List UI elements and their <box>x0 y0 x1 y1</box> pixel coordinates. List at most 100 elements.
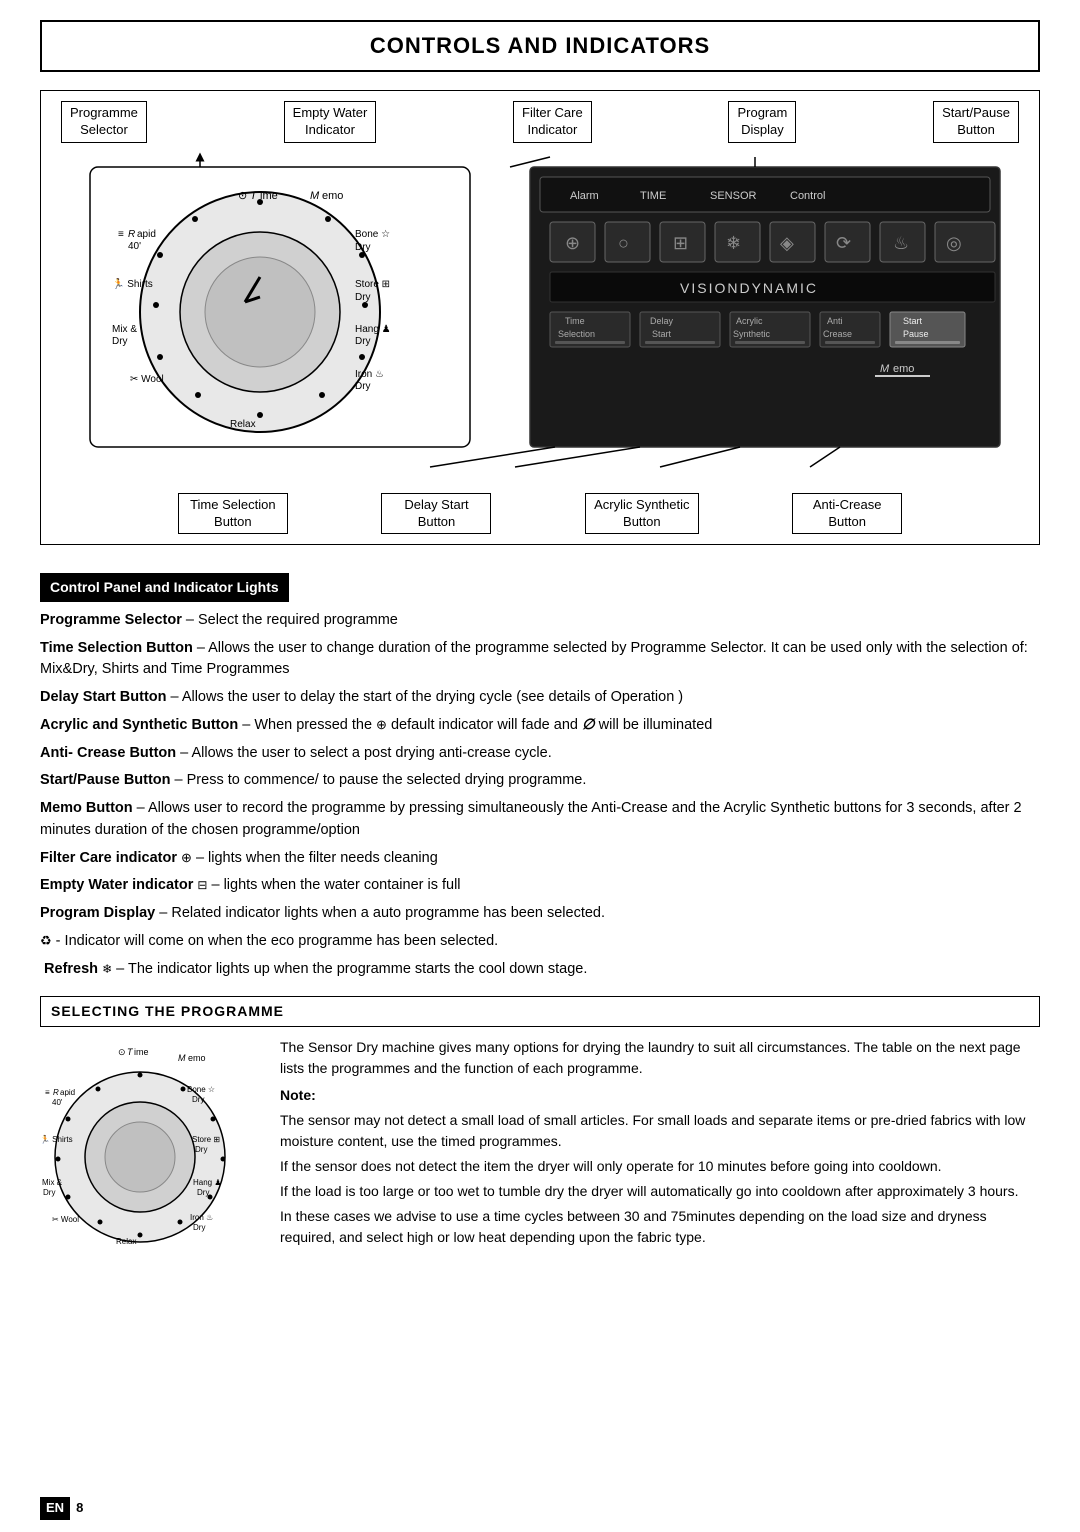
svg-text:40': 40' <box>52 1098 63 1107</box>
svg-text:◈: ◈ <box>780 233 794 253</box>
bottom-p5: In these cases we advise to use a time c… <box>280 1206 1040 1248</box>
desc-anti-crease: Anti- Crease Button – Allows the user to… <box>40 743 1040 765</box>
desc-memo: Memo Button – Allows user to record the … <box>40 798 1040 842</box>
svg-text:apid: apid <box>137 229 156 240</box>
svg-text:⟳: ⟳ <box>836 233 851 253</box>
svg-text:Dry: Dry <box>355 242 371 253</box>
svg-text:Delay: Delay <box>650 316 674 326</box>
desc-bold: Empty Water indicator <box>40 877 193 893</box>
diagram-svg: ⊙ T ime M emo ≡ R apid 40' Bone ☆ Dry 🏃 … <box>51 147 1029 487</box>
svg-text:❄: ❄ <box>726 233 741 253</box>
diagram-area: ProgrammeSelector Empty WaterIndicator F… <box>40 90 1040 546</box>
bottom-dial: ⊙ T ime M emo ≡ R apid 40' Bone ☆ Dry 🏃 … <box>40 1037 260 1254</box>
time-selection-button-label: Time SelectionButton <box>178 493 288 535</box>
svg-text:M: M <box>178 1053 186 1063</box>
svg-text:Dry: Dry <box>355 336 371 347</box>
svg-text:Dry: Dry <box>112 336 128 347</box>
bottom-section: ⊙ T ime M emo ≡ R apid 40' Bone ☆ Dry 🏃 … <box>40 1037 1040 1254</box>
svg-text:Synthetic: Synthetic <box>733 329 771 339</box>
svg-text:✂ Wool: ✂ Wool <box>130 374 164 385</box>
desc-acrylic: Acrylic and Synthetic Button – When pres… <box>40 715 1040 737</box>
bottom-p3: If the sensor does not detect the item t… <box>280 1156 1040 1177</box>
desc-bold: Anti- Crease Button <box>40 745 176 761</box>
svg-text:○: ○ <box>618 233 629 253</box>
svg-text:Store ⊞: Store ⊞ <box>355 279 390 290</box>
bottom-text-area: The Sensor Dry machine gives many option… <box>280 1037 1040 1254</box>
desc-filter-care: Filter Care indicator ⊕ – lights when th… <box>40 848 1040 870</box>
svg-text:Relax: Relax <box>230 419 256 430</box>
svg-text:Bone ☆: Bone ☆ <box>355 229 390 240</box>
programme-selector-label: ProgrammeSelector <box>61 101 147 143</box>
svg-text:⊕: ⊕ <box>565 233 580 253</box>
svg-text:Start: Start <box>903 316 923 326</box>
bottom-note: Note: <box>280 1085 1040 1106</box>
section1-header: Control Panel and Indicator Lights <box>40 573 289 601</box>
bottom-labels-row: Time SelectionButton Delay StartButton A… <box>51 493 1029 535</box>
svg-text:Iron ♨: Iron ♨ <box>355 369 384 380</box>
bottom-p1: The Sensor Dry machine gives many option… <box>280 1037 1040 1079</box>
svg-text:Dry: Dry <box>195 1145 207 1154</box>
section2-header: SELECTING THE PROGRAMME <box>40 996 1040 1026</box>
anti-crease-button-label: Anti-CreaseButton <box>792 493 902 535</box>
svg-text:≡: ≡ <box>45 1088 50 1097</box>
bottom-p2: The sensor may not detect a small load o… <box>280 1110 1040 1152</box>
footer-lang: EN <box>40 1497 70 1520</box>
svg-text:R: R <box>53 1088 59 1097</box>
footer-page: 8 <box>76 1499 83 1518</box>
svg-text:40': 40' <box>128 241 141 252</box>
svg-text:Hang ♟: Hang ♟ <box>355 324 391 335</box>
svg-text:⊙: ⊙ <box>118 1047 126 1057</box>
svg-text:Bone ☆: Bone ☆ <box>187 1085 215 1094</box>
desc-bold: Refresh <box>44 961 98 977</box>
svg-text:M: M <box>880 363 890 375</box>
desc-bold: Memo Button <box>40 800 133 816</box>
desc-bold: Filter Care indicator <box>40 850 177 866</box>
svg-text:Mix &: Mix & <box>42 1178 63 1187</box>
desc-program-display: Program Display – Related indicator ligh… <box>40 903 1040 925</box>
desc-bold: Start/Pause Button <box>40 772 171 788</box>
filter-care-indicator-label: Filter CareIndicator <box>513 101 592 143</box>
desc-delay-start: Delay Start Button – Allows the user to … <box>40 687 1040 709</box>
svg-text:Iron ♨: Iron ♨ <box>190 1213 213 1222</box>
acrylic-synthetic-button-label: Acrylic SyntheticButton <box>585 493 698 535</box>
svg-text:Dry: Dry <box>192 1095 204 1104</box>
svg-text:Acrylic: Acrylic <box>736 316 763 326</box>
page-title: CONTROLS AND INDICATORS <box>40 20 1040 72</box>
svg-text:Mix &: Mix & <box>112 324 137 335</box>
svg-text:🏃 Shirts: 🏃 Shirts <box>112 277 153 290</box>
svg-text:Dry: Dry <box>197 1188 209 1197</box>
svg-text:⊞: ⊞ <box>673 233 688 253</box>
desc-bold: Acrylic and Synthetic Button <box>40 717 238 733</box>
svg-text:SENSOR: SENSOR <box>710 190 757 202</box>
empty-water-indicator-label: Empty WaterIndicator <box>284 101 377 143</box>
desc-time-selection: Time Selection Button – Allows the user … <box>40 638 1040 682</box>
svg-text:Selection: Selection <box>558 329 595 339</box>
svg-text:Store ⊞: Store ⊞ <box>192 1135 220 1144</box>
svg-text:emo: emo <box>893 363 914 375</box>
note-label: Note: <box>280 1087 316 1103</box>
svg-text:Dry: Dry <box>355 381 371 392</box>
svg-text:T: T <box>127 1047 134 1057</box>
start-pause-button-label: Start/PauseButton <box>933 101 1019 143</box>
bottom-p4: If the load is too large or too wet to t… <box>280 1181 1040 1202</box>
desc-bold: Time Selection Button <box>40 640 193 656</box>
desc-programme-selector: Programme Selector – Select the required… <box>40 610 1040 632</box>
svg-text:Control: Control <box>790 190 825 202</box>
svg-text:Pause: Pause <box>903 329 929 339</box>
svg-text:Dry: Dry <box>43 1188 55 1197</box>
program-display-label: ProgramDisplay <box>728 101 796 143</box>
svg-text:Dry: Dry <box>355 292 371 303</box>
desc-eco: ♻ - Indicator will come on when the eco … <box>40 931 1040 953</box>
svg-text:Time: Time <box>565 316 585 326</box>
desc-bold: Program Display <box>40 905 155 921</box>
svg-text:Crease: Crease <box>823 329 852 339</box>
svg-text:Hang ♟: Hang ♟ <box>193 1178 222 1187</box>
svg-text:ime: ime <box>134 1047 149 1057</box>
svg-text:Dry: Dry <box>193 1223 205 1232</box>
svg-text:✂ Wool: ✂ Wool <box>52 1215 79 1224</box>
desc-start-pause: Start/Pause Button – Press to commence/ … <box>40 770 1040 792</box>
svg-text:Start: Start <box>652 329 672 339</box>
page-footer: EN 8 <box>40 1497 83 1520</box>
svg-text:⊙: ⊙ <box>238 190 247 202</box>
svg-text:Anti: Anti <box>827 316 843 326</box>
